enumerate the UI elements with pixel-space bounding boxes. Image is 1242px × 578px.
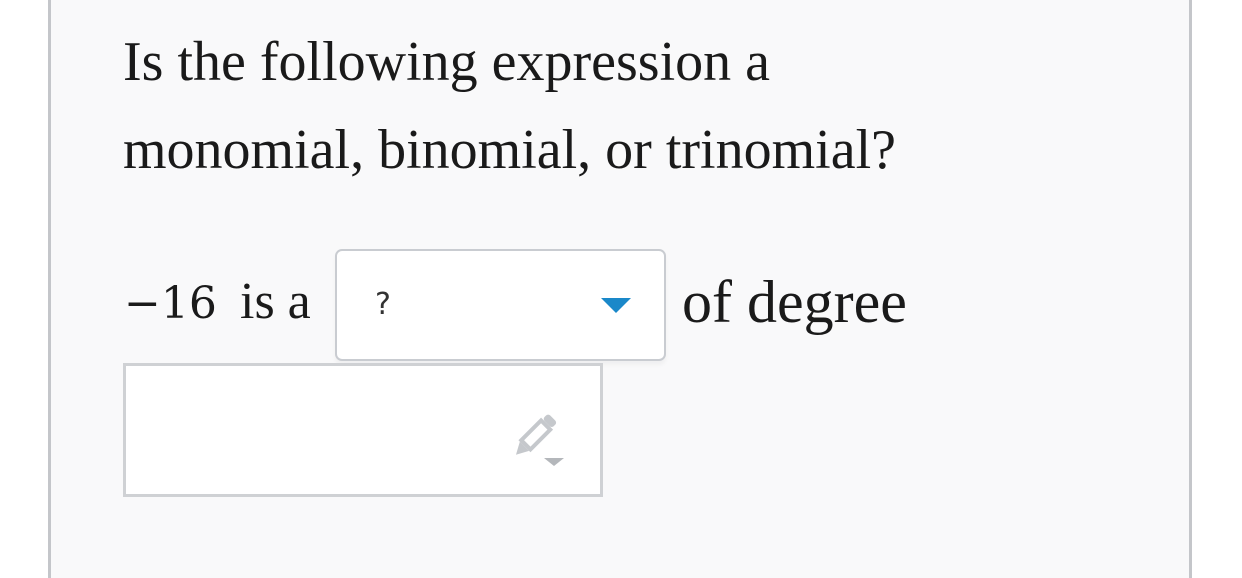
pencil-icon[interactable] [504, 406, 568, 470]
chevron-down-icon [601, 298, 631, 313]
question-line-1: Is the following expression a [123, 31, 770, 93]
dropdown-selected-value: ? [375, 287, 391, 322]
degree-input[interactable] [123, 363, 603, 497]
expression-value: −16 [124, 278, 217, 329]
suffix-text: of degree [682, 269, 907, 335]
polynomial-type-dropdown[interactable]: ? [335, 249, 666, 361]
expression-connector: is a [240, 273, 311, 330]
question-text: Is the following expression a monomial, … [123, 18, 1123, 194]
question-line-2: monomial, binomial, or trinomial? [123, 119, 896, 181]
